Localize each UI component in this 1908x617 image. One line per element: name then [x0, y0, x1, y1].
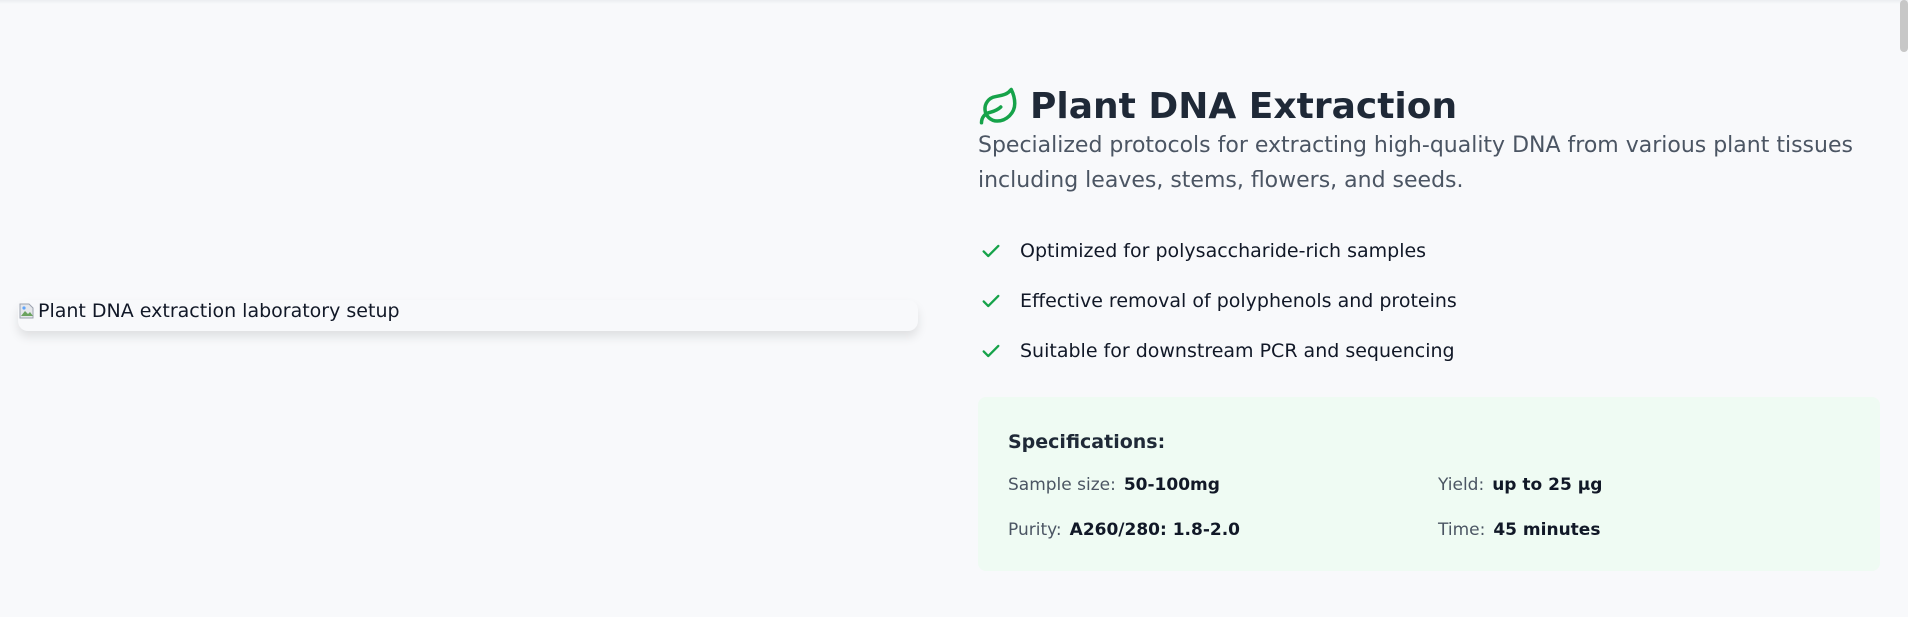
scrollbar-thumb[interactable] — [1900, 0, 1908, 52]
spec-yield: Yield: up to 25 µg — [1438, 475, 1602, 495]
feature-list: Optimized for polysaccharide-rich sample… — [978, 226, 1457, 376]
section-description: Specialized protocols for extracting hig… — [978, 133, 1853, 193]
header-shadow — [0, 0, 1908, 4]
spec-label: Purity: — [1008, 520, 1062, 540]
image-placeholder: Plant DNA extraction laboratory setup — [18, 300, 400, 322]
check-icon — [980, 240, 1002, 262]
spec-value: A260/280: 1.8-2.0 — [1069, 520, 1240, 540]
leaf-icon — [978, 86, 1020, 128]
extraction-image: Plant DNA extraction laboratory setup — [18, 300, 918, 331]
spec-purity: Purity: A260/280: 1.8-2.0 — [1008, 520, 1240, 540]
broken-image-icon — [18, 301, 36, 321]
spec-label: Time: — [1438, 520, 1486, 540]
spec-label: Yield: — [1438, 475, 1485, 495]
page-title: Plant DNA Extraction — [1030, 86, 1458, 128]
spec-value: 45 minutes — [1493, 520, 1601, 540]
spec-value: up to 25 µg — [1492, 475, 1603, 495]
spec-time: Time: 45 minutes — [1438, 520, 1600, 540]
spec-value: 50-100mg — [1123, 475, 1220, 495]
check-icon — [980, 290, 1002, 312]
feature-text: Suitable for downstream PCR and sequenci… — [1020, 340, 1455, 362]
check-icon — [980, 340, 1002, 362]
specifications-card: Specifications: Sample size: 50-100mg Yie… — [978, 397, 1880, 571]
image-alt-text: Plant DNA extraction laboratory setup — [38, 300, 400, 322]
feature-item: Suitable for downstream PCR and sequenci… — [978, 326, 1457, 376]
feature-item: Effective removal of polyphenols and pro… — [978, 276, 1457, 326]
specifications-heading: Specifications: — [1008, 431, 1166, 453]
feature-item: Optimized for polysaccharide-rich sample… — [978, 226, 1457, 276]
spec-sample-size: Sample size: 50-100mg — [1008, 475, 1220, 495]
feature-text: Optimized for polysaccharide-rich sample… — [1020, 240, 1427, 262]
spec-label: Sample size: — [1008, 475, 1116, 495]
feature-text: Effective removal of polyphenols and pro… — [1020, 290, 1457, 312]
